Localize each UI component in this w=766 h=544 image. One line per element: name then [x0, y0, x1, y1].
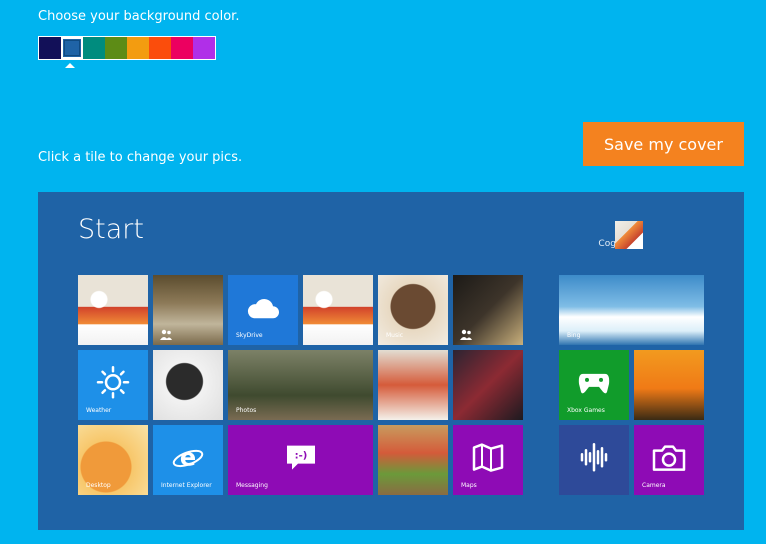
tile-photo-people[interactable] — [153, 275, 223, 345]
tile-label: Weather — [86, 407, 112, 414]
tile-photos[interactable]: Photos — [228, 350, 373, 420]
tile-audio[interactable] — [559, 425, 629, 495]
ie-icon: e — [172, 443, 204, 471]
tile-music[interactable]: Music — [378, 275, 448, 345]
tile-label: Xbox Games — [567, 407, 605, 414]
color-swatch[interactable] — [149, 37, 171, 59]
tile-label: Bing — [567, 332, 581, 339]
start-title: Start — [78, 214, 144, 245]
color-swatch[interactable] — [39, 37, 61, 59]
soundwave-icon — [580, 443, 608, 472]
tile-bing[interactable]: Bing — [559, 275, 704, 345]
color-swatch[interactable] — [83, 37, 105, 59]
people-icon — [460, 329, 472, 340]
tile-camera[interactable]: Camera — [634, 425, 704, 495]
tile-label: Desktop — [86, 482, 111, 489]
tile-label: Photos — [236, 407, 257, 414]
color-swatch-bar — [38, 36, 216, 60]
tile-photo-dark[interactable] — [453, 350, 523, 420]
color-prompt: Choose your background color. — [38, 9, 240, 24]
tile-label: Internet Explorer — [161, 482, 212, 489]
color-swatch[interactable] — [127, 37, 149, 59]
cloud-icon — [247, 299, 279, 319]
tile-prompt: Click a tile to change your pics. — [38, 150, 243, 165]
camera-icon — [652, 445, 686, 471]
tile-label: Messaging — [236, 482, 268, 489]
user-avatar[interactable] — [615, 221, 643, 249]
tile-photo-poster[interactable] — [78, 275, 148, 345]
sun-icon — [96, 366, 130, 399]
tile-photo-sponge[interactable] — [153, 350, 223, 420]
tile-maps[interactable]: Maps — [453, 425, 523, 495]
start-screen-preview: Start Jo Cognitivo SkyDrive Music Bing W… — [38, 192, 744, 530]
tile-photo-show[interactable] — [453, 275, 523, 345]
tile-label: Maps — [461, 482, 477, 489]
svg-text:e: e — [180, 443, 196, 471]
tile-messaging[interactable]: :-) Messaging — [228, 425, 373, 495]
tile-weather[interactable]: Weather — [78, 350, 148, 420]
save-cover-button[interactable]: Save my cover — [583, 122, 744, 166]
color-swatch[interactable] — [193, 37, 215, 59]
svg-text::-): :-) — [294, 451, 307, 462]
tile-desktop[interactable]: Desktop — [78, 425, 148, 495]
color-swatch[interactable] — [171, 37, 193, 59]
tile-label: Music — [386, 332, 404, 339]
tile-xbox-games[interactable]: Xbox Games — [559, 350, 629, 420]
map-icon — [472, 443, 504, 472]
tile-photo-sunset[interactable] — [634, 350, 704, 420]
people-icon — [160, 329, 172, 340]
tile-photo-poster[interactable] — [303, 275, 373, 345]
tile-photo-elephant[interactable] — [378, 425, 448, 495]
tile-label: SkyDrive — [236, 332, 263, 339]
color-swatch[interactable] — [105, 37, 127, 59]
tile-skydrive[interactable]: SkyDrive — [228, 275, 298, 345]
tile-photo-poster[interactable] — [378, 350, 448, 420]
tile-label: Camera — [642, 482, 666, 489]
color-swatch[interactable] — [61, 37, 83, 59]
selected-swatch-caret — [65, 63, 75, 68]
tile-internet-explorer[interactable]: e Internet Explorer — [153, 425, 223, 495]
message-bubble-icon: :-) — [286, 445, 315, 470]
gamepad-icon — [578, 373, 610, 394]
